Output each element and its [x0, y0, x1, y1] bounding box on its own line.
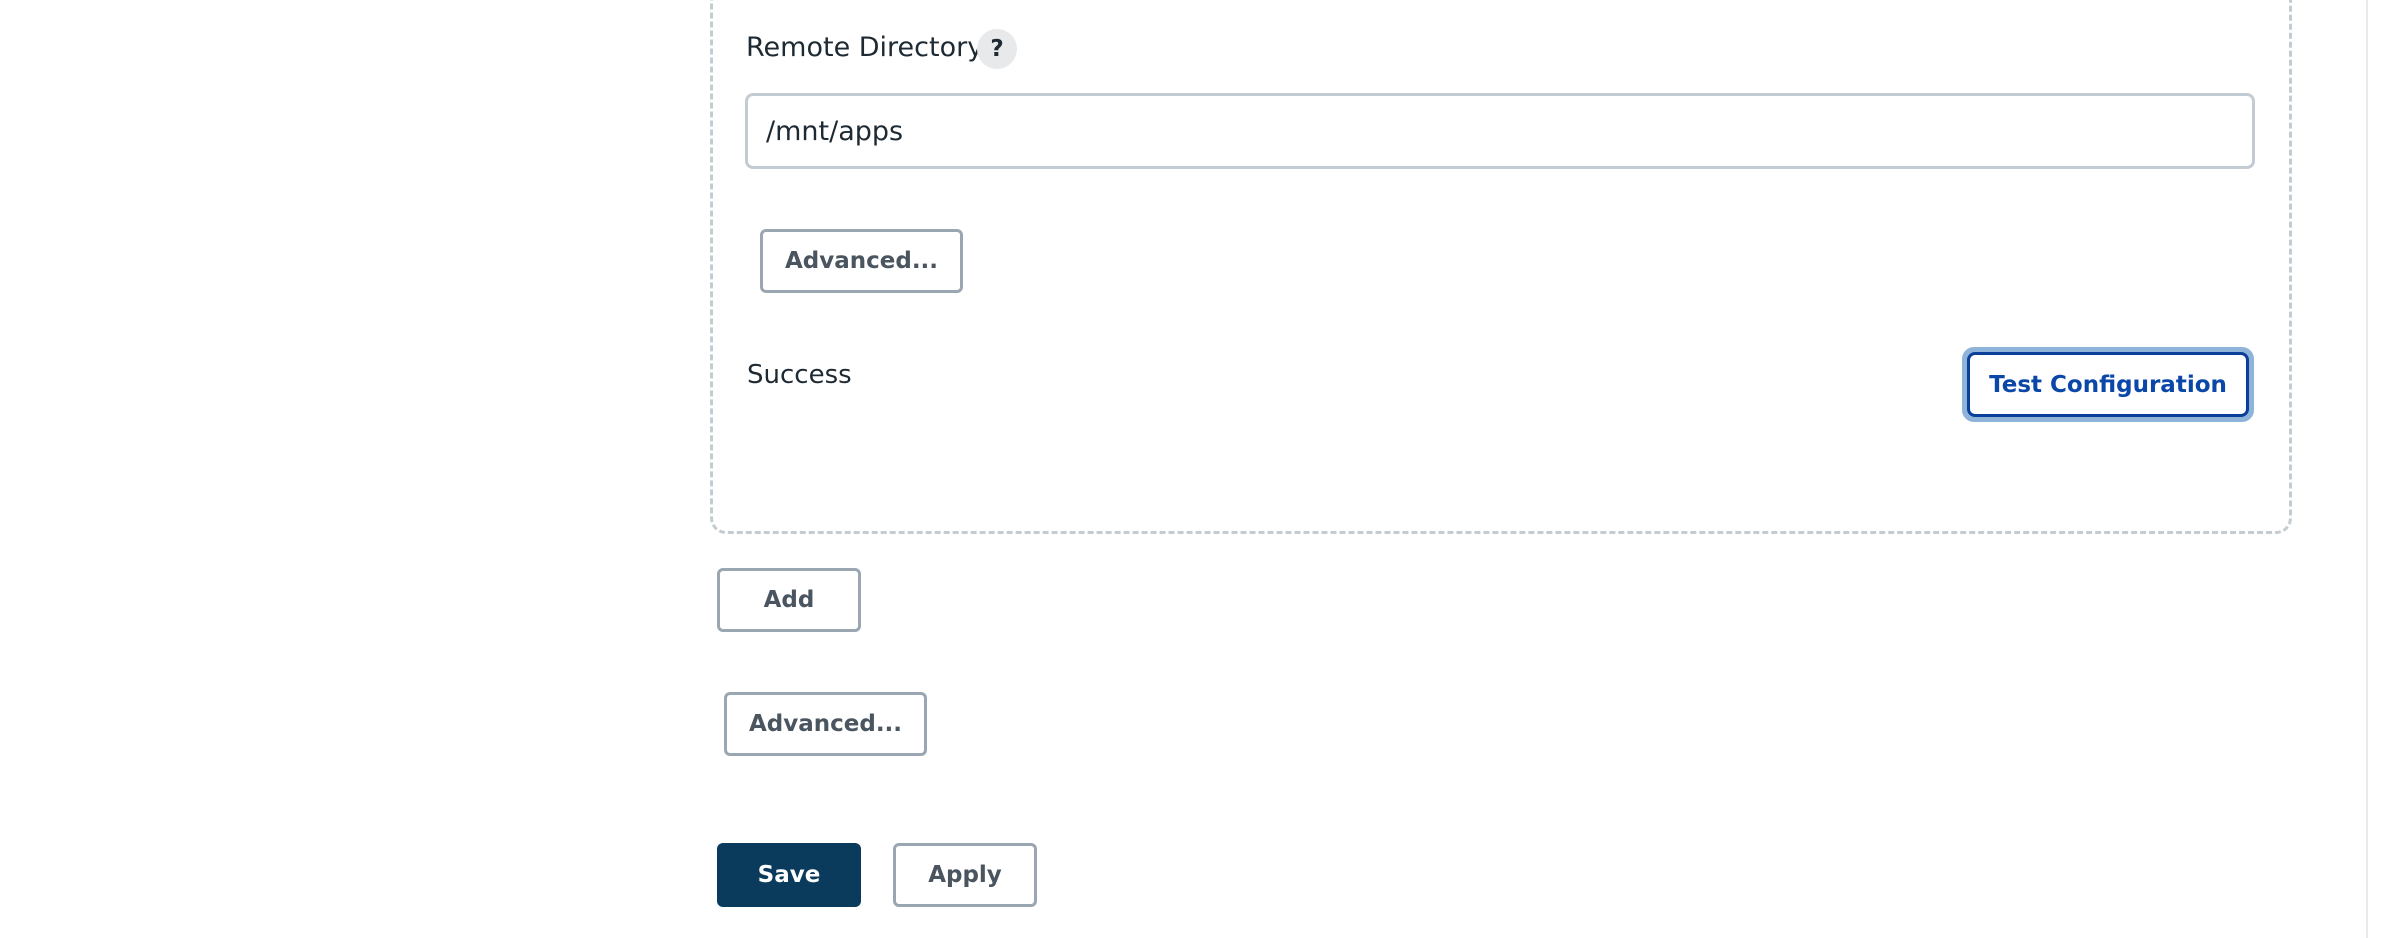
test-configuration-focus-ring: Test Configuration — [1962, 347, 2254, 422]
server-advanced-button[interactable]: Advanced... — [760, 229, 963, 293]
save-button[interactable]: Save — [717, 843, 861, 907]
apply-button[interactable]: Apply — [893, 843, 1037, 907]
advanced-button[interactable]: Advanced... — [724, 692, 927, 756]
add-server-button[interactable]: Add — [717, 568, 861, 632]
help-icon[interactable]: ? — [977, 29, 1017, 69]
remote-directory-input[interactable] — [745, 93, 2255, 169]
test-configuration-button[interactable]: Test Configuration — [1967, 352, 2249, 417]
page: Remote Directory ? Advanced... Success T… — [0, 0, 2400, 938]
connection-status-text: Success — [747, 360, 852, 390]
scrollbar-track[interactable] — [2366, 0, 2368, 938]
remote-directory-label: Remote Directory — [746, 32, 984, 63]
